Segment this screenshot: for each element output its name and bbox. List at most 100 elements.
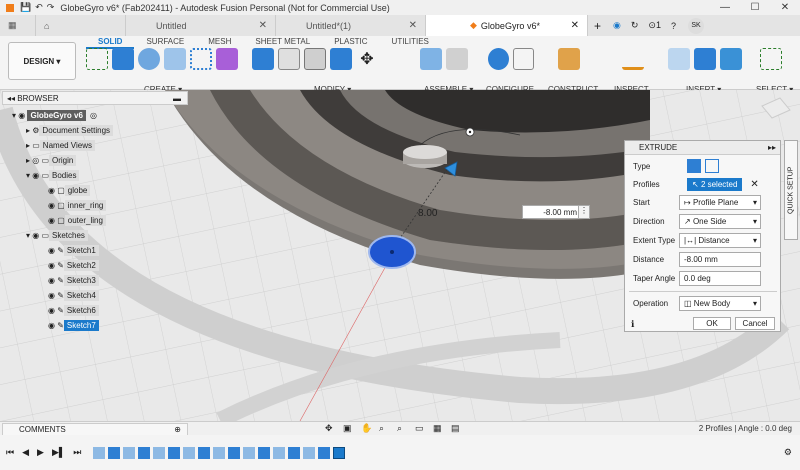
timeline-sketch-icon[interactable] [273, 446, 286, 459]
tree-item-sketch4[interactable]: ◉ ✎ Sketch4 [48, 289, 99, 302]
move-copy-icon[interactable]: ✥ [356, 48, 378, 70]
distance-manipulator-input[interactable]: -8.00 mm [522, 205, 582, 219]
tree-item-named-views[interactable]: ▸ ▭ Named Views [26, 139, 96, 152]
timeline-sketch-icon[interactable] [243, 446, 256, 459]
shell-icon[interactable] [330, 48, 352, 70]
timeline-extrude-icon[interactable] [228, 446, 241, 459]
pattern-icon[interactable] [190, 48, 212, 70]
direction-select[interactable]: ↗ One Side ▾ [679, 214, 761, 229]
tab-untitled[interactable]: Untitled ✕ [126, 15, 276, 36]
tree-root[interactable]: ▾ ◉ GlobeGyro v6 ◎ [12, 109, 97, 122]
close-tab-icon[interactable]: ✕ [259, 20, 267, 31]
timeline-sketch-icon[interactable] [93, 446, 106, 459]
redo-icon[interactable]: ↷ [47, 2, 55, 13]
extrude-header[interactable]: EXTRUDE ▸▸ [625, 141, 780, 155]
press-pull-icon[interactable] [252, 48, 274, 70]
quick-setup-tab[interactable]: QUICK SETUP [784, 140, 798, 240]
tree-item-bodies[interactable]: ▾ ◉ ▭ Bodies [26, 169, 80, 182]
zoom-icon[interactable]: ⌕ [379, 423, 393, 433]
timeline-extrude-icon[interactable] [258, 446, 271, 459]
hole-icon[interactable] [164, 48, 186, 70]
look-at-icon[interactable]: ▣ [343, 423, 357, 433]
timeline-sketch-icon[interactable] [153, 446, 166, 459]
viewports-icon[interactable]: ▤ [451, 423, 465, 433]
operation-select[interactable]: ◫ New Body ▾ [679, 296, 761, 311]
insert-mesh-icon[interactable] [694, 48, 716, 70]
clear-selection-icon[interactable]: ✕ [750, 179, 758, 190]
tree-item-sketches[interactable]: ▾ ◉ ▭ Sketches [26, 229, 88, 242]
play-icon[interactable]: ▶ [37, 447, 44, 458]
timeline-sketch-icon[interactable] [183, 446, 196, 459]
tree-item-outer-ring[interactable]: ◉ ▢ outer_ling [48, 214, 106, 227]
extent-select[interactable]: |↔| Distance ▾ [679, 233, 761, 248]
ok-button[interactable]: OK [693, 317, 731, 330]
insert-derive-icon[interactable] [668, 48, 690, 70]
tree-item-inner-ring[interactable]: ◉ ▢ inner_ring [48, 199, 107, 212]
tree-item-sketch2[interactable]: ◉ ✎ Sketch2 [48, 259, 99, 272]
tree-item-sketch3[interactable]: ◉ ✎ Sketch3 [48, 274, 99, 287]
active-component-icon[interactable]: ◎ [90, 111, 97, 120]
zoom-window-icon[interactable]: ⌕ [397, 423, 411, 433]
go-to-end-icon[interactable]: ⏭ [73, 447, 81, 458]
tree-item-globe[interactable]: ◉ ▢ globe [48, 184, 91, 197]
tab-untitled-1[interactable]: Untitled*(1) ✕ [276, 15, 426, 36]
timeline-sketch-icon[interactable] [123, 446, 136, 459]
new-tab-icon[interactable]: + [594, 19, 601, 33]
manipulator-menu-icon[interactable]: ⋮ [578, 205, 590, 219]
close-tab-icon[interactable]: ✕ [409, 20, 417, 31]
timeline-extrude-icon[interactable] [288, 446, 301, 459]
visibility-icon[interactable]: ◉ [18, 111, 25, 120]
minimize-button[interactable]: — [710, 0, 740, 15]
grid-settings-icon[interactable]: ▦ [433, 423, 447, 433]
type-thin-icon[interactable] [705, 159, 719, 173]
cancel-button[interactable]: Cancel [735, 317, 775, 330]
orbit-icon[interactable]: ✥ [325, 423, 339, 433]
joint-icon[interactable] [446, 48, 468, 70]
extensions-icon[interactable]: ◉ [613, 20, 621, 31]
insert-canvas-icon[interactable] [720, 48, 742, 70]
timeline-extrude-icon[interactable] [318, 446, 331, 459]
fillet-icon[interactable] [278, 48, 300, 70]
offset-plane-icon[interactable] [558, 48, 580, 70]
maximize-button[interactable]: ☐ [740, 0, 770, 15]
expand-icon[interactable]: ▾ [12, 111, 16, 120]
go-to-start-icon[interactable]: ⏮ [6, 447, 14, 458]
info-icon[interactable]: ℹ [631, 319, 634, 330]
tree-item-sketch6[interactable]: ◉ ✎ Sketch6 [48, 304, 99, 317]
notifications-icon[interactable]: ⊙1 [648, 20, 661, 31]
timeline-extrude-icon[interactable] [138, 446, 151, 459]
tree-item-document-settings[interactable]: ▸ ⚙ Document Settings [26, 124, 114, 137]
pan-icon[interactable]: ✋ [361, 423, 375, 433]
job-status-icon[interactable]: ↻ [631, 20, 639, 31]
expand-dialog-icon[interactable]: ▸▸ [768, 143, 776, 152]
create-sketch-icon[interactable] [86, 48, 108, 70]
timeline-sketch-icon[interactable] [303, 446, 316, 459]
close-button[interactable]: ✕ [770, 0, 800, 15]
profiles-selection-button[interactable]: ↖ 2 selected [687, 177, 743, 191]
select-icon[interactable] [760, 48, 782, 70]
step-forward-icon[interactable]: ▶▌ [52, 447, 65, 458]
step-back-icon[interactable]: ◀ [22, 447, 29, 458]
measure-icon[interactable] [622, 48, 644, 70]
save-icon[interactable]: 💾 [20, 2, 31, 13]
add-comment-icon[interactable]: ⊕ [174, 425, 181, 434]
timeline-revolve-icon[interactable] [168, 446, 181, 459]
taper-input[interactable]: 0.0 deg [679, 271, 761, 286]
help-icon[interactable]: ? [671, 21, 676, 31]
browser-pin-icon[interactable]: ▬ [173, 94, 181, 103]
chamfer-icon[interactable] [304, 48, 326, 70]
tree-item-sketch7[interactable]: ◉ ✎ Sketch7 [48, 319, 99, 332]
timeline-extrude-icon[interactable] [198, 446, 211, 459]
timeline-current-icon[interactable] [333, 446, 346, 459]
design-workspace-button[interactable]: DESIGN ▾ [8, 42, 76, 80]
display-settings-icon[interactable]: ▭ [415, 423, 429, 433]
tree-item-origin[interactable]: ▸ ◎ ▭ Origin [26, 154, 77, 167]
form-icon[interactable] [216, 48, 238, 70]
configure-icon[interactable] [488, 48, 509, 70]
close-tab-icon[interactable]: ✕ [571, 20, 579, 31]
browser-header[interactable]: ◂◂ BROWSER ▬ [2, 91, 188, 105]
timeline-sketch-icon[interactable] [213, 446, 226, 459]
grid-menu-icon[interactable]: ▦ [0, 15, 36, 36]
start-select[interactable]: ↦ Profile Plane ▾ [679, 195, 761, 210]
extrude-icon[interactable] [112, 48, 134, 70]
